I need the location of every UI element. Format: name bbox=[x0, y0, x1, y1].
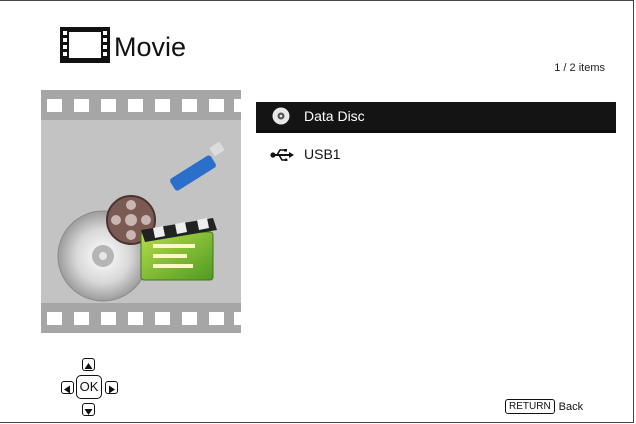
list-item-label: Data Disc bbox=[304, 108, 365, 124]
return-key-label: RETURN bbox=[505, 399, 555, 414]
list-item-data-disc[interactable]: Data Disc bbox=[256, 102, 616, 133]
arrow-down-icon bbox=[82, 403, 95, 416]
source-list: Data Disc USB1 bbox=[256, 102, 616, 178]
disc-icon bbox=[272, 107, 290, 125]
usb-icon bbox=[270, 149, 294, 161]
arrow-left-icon bbox=[61, 381, 74, 394]
navigation-hint: OK bbox=[54, 358, 124, 416]
item-count: 1 / 2 items bbox=[554, 62, 605, 74]
category-artwork bbox=[41, 90, 241, 333]
list-item-label: USB1 bbox=[304, 146, 341, 162]
list-item-usb1[interactable]: USB1 bbox=[256, 140, 616, 168]
ok-button-hint: OK bbox=[76, 375, 102, 399]
return-action-label: Back bbox=[558, 400, 584, 413]
film-strip-top bbox=[41, 90, 241, 120]
media-collage-icon bbox=[57, 141, 225, 302]
arrow-up-icon bbox=[82, 358, 95, 371]
return-hint: RETURN Back bbox=[505, 399, 583, 414]
film-strip-bottom bbox=[41, 303, 241, 333]
film-icon bbox=[60, 27, 110, 63]
page-title: Movie bbox=[114, 32, 187, 62]
artwork-panel bbox=[41, 120, 241, 303]
media-browser-screen: Movie 1 / 2 items Data Disc USB1 OK RETU… bbox=[0, 0, 634, 423]
arrow-right-icon bbox=[105, 381, 118, 394]
